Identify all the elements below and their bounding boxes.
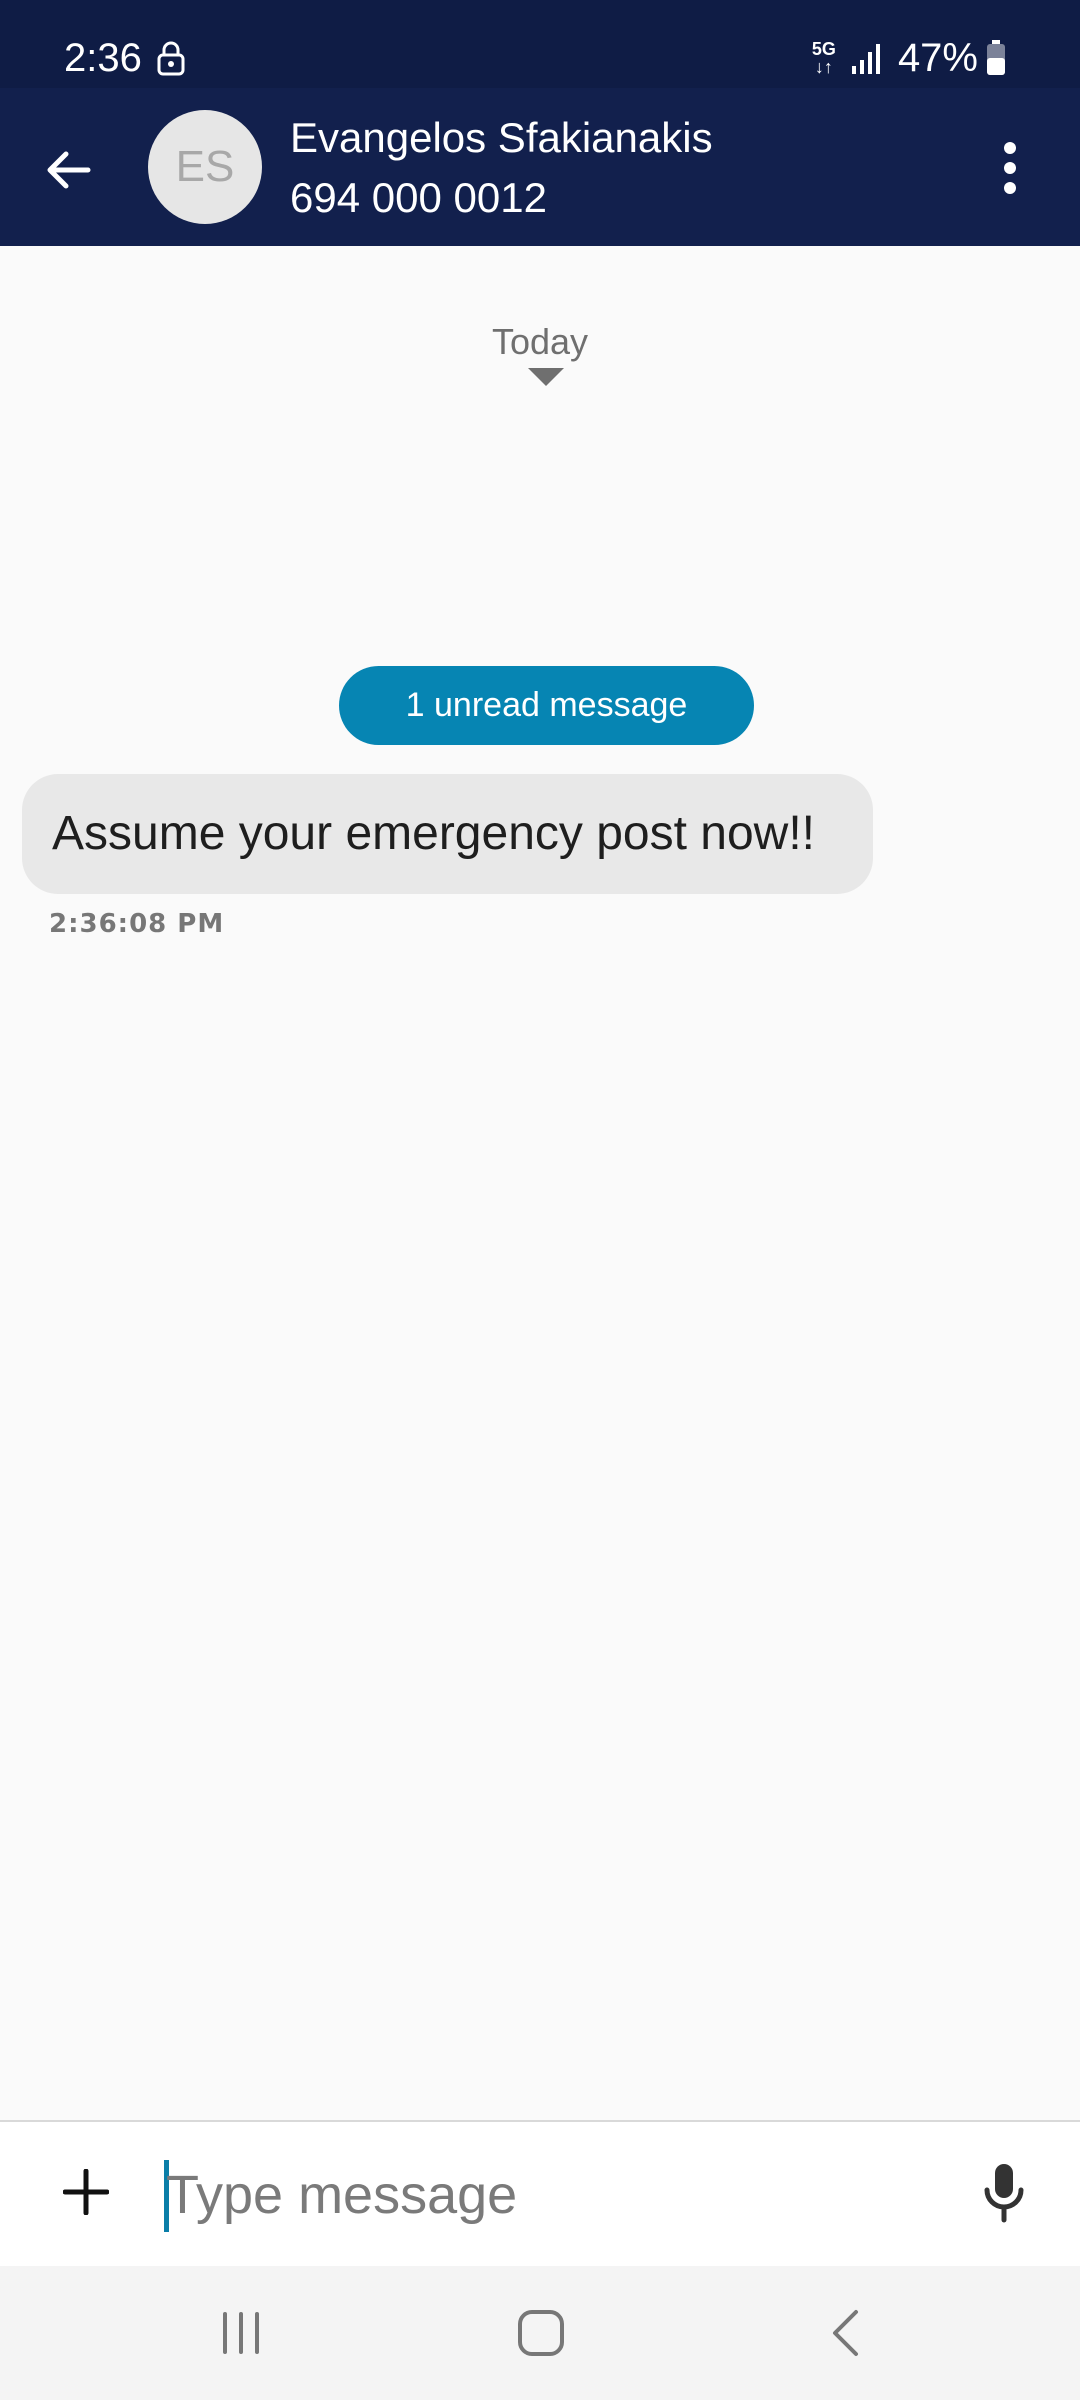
attach-button[interactable]	[44, 2150, 128, 2234]
home-icon	[518, 2310, 564, 2356]
back-icon	[833, 2310, 858, 2356]
message-composer	[0, 2120, 1080, 2266]
network-indicator: 5G ↓↑	[812, 40, 836, 76]
back-arrow-icon	[47, 151, 91, 189]
data-arrows-icon: ↓↑	[814, 57, 833, 77]
network-type: 5G	[811, 39, 836, 59]
recents-button[interactable]	[196, 2298, 286, 2368]
more-options-button[interactable]	[962, 120, 1058, 216]
message-timestamp: 2:36:08 PM	[49, 909, 225, 939]
plus-icon	[63, 2169, 109, 2215]
message-bubble[interactable]: Assume your emergency post now!!	[22, 774, 873, 894]
nav-back-button[interactable]	[800, 2298, 890, 2368]
recents-icon	[223, 2312, 259, 2354]
voice-input-button[interactable]	[962, 2148, 1046, 2238]
status-indicators: 5G ↓↑ 47%	[812, 34, 1006, 82]
avatar[interactable]: ES	[148, 110, 262, 224]
signal-icon	[851, 44, 880, 74]
status-bar: 2:36 5G ↓↑ 47%	[0, 0, 1080, 88]
contact-name[interactable]: Evangelos Sfakianakis	[290, 110, 713, 166]
status-time: 2:36	[64, 36, 142, 80]
caret-down-icon	[528, 368, 564, 386]
date-separator: Today	[491, 321, 589, 362]
mic-icon	[984, 2164, 1024, 2223]
lock-icon	[157, 41, 185, 76]
back-button[interactable]	[28, 130, 108, 210]
battery-percentage: 47%	[897, 36, 978, 80]
contact-number[interactable]: 694 000 0012	[290, 170, 547, 226]
home-button[interactable]	[496, 2298, 586, 2368]
conversation-header: ES Evangelos Sfakianakis 694 000 0012	[0, 88, 1080, 246]
system-nav-bar	[0, 2266, 1080, 2400]
battery-icon	[987, 40, 1005, 75]
more-vert-icon	[1004, 142, 1016, 194]
message-input[interactable]	[166, 2150, 906, 2240]
unread-message-badge[interactable]: 1 unread message	[339, 666, 754, 745]
